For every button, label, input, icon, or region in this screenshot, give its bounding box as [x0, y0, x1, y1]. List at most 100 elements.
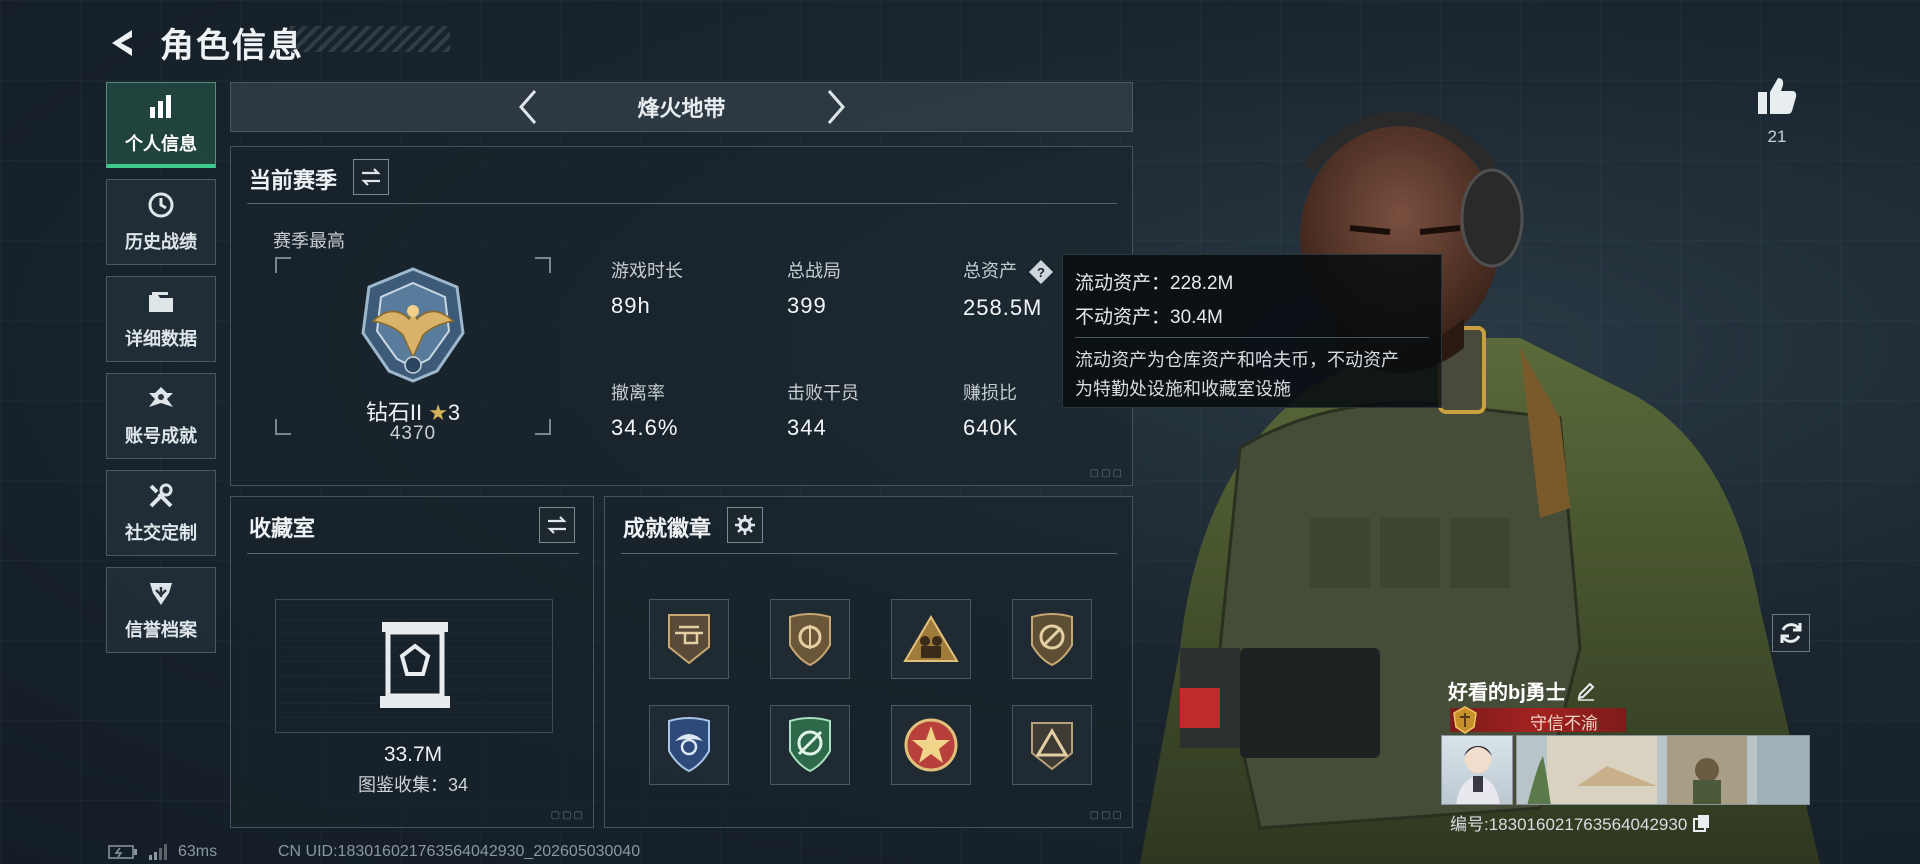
mountain-soldiers-badge[interactable]	[891, 599, 971, 679]
stat-operators-defeated: 击败干员 344	[787, 383, 859, 440]
player-avatar[interactable]	[1441, 735, 1513, 805]
help-icon[interactable]: ?	[1028, 259, 1054, 285]
rank-name: 钻石II	[365, 400, 423, 425]
history-clock-icon	[146, 190, 176, 220]
helicopter-badge[interactable]	[649, 599, 729, 679]
star-icon: ★	[428, 400, 448, 425]
player-name: 好看的bj勇士	[1448, 682, 1566, 704]
back-arrow-icon	[112, 29, 132, 56]
blue-wing-badge[interactable]	[649, 705, 729, 785]
rank-stars: 3	[447, 400, 461, 425]
nav-item-achievements[interactable]: 账号成就	[106, 373, 216, 459]
assets-tooltip: 流动资产：228.2M 不动资产：30.4M 流动资产为仓库资产和哈夫币，不动资…	[1062, 254, 1442, 408]
page-header: 角色信息	[106, 18, 304, 67]
nav-label: 个人信息	[125, 133, 197, 154]
banner-scene-image	[1517, 736, 1809, 804]
pencil-icon	[1577, 682, 1595, 701]
back-button[interactable]	[106, 23, 140, 63]
svg-text:?: ?	[1037, 265, 1045, 280]
season-title: 当前赛季	[249, 168, 338, 193]
collection-divider	[247, 553, 579, 554]
copy-icon	[1693, 814, 1710, 832]
chevron-left-icon	[518, 90, 536, 124]
nav-item-detailed-data[interactable]: 详细数据	[106, 276, 216, 362]
badges-settings-button[interactable]	[727, 507, 763, 543]
collection-display[interactable]	[275, 599, 553, 733]
season-switch-button[interactable]	[353, 159, 389, 195]
rotate-model-button[interactable]	[1772, 614, 1810, 652]
badges-divider	[621, 553, 1117, 554]
nav-item-history[interactable]: 历史战绩	[106, 179, 216, 265]
stat-profit-loss-ratio: 赚损比 640K	[963, 383, 1019, 440]
tooltip-fixed-assets: 不动资产：30.4M	[1075, 307, 1223, 328]
prev-mode-button[interactable]	[507, 87, 547, 127]
no-weapon-badge[interactable]	[1012, 599, 1092, 679]
stat-total-matches: 总战局 399	[787, 261, 841, 318]
nav-label: 社交定制	[125, 523, 197, 543]
player-id: 编号:183016021763564042930	[1450, 815, 1688, 834]
next-mode-button[interactable]	[817, 87, 857, 127]
mode-selector: 烽火地带	[230, 82, 1133, 132]
swap-arrows-icon	[361, 168, 381, 186]
page-title: 角色信息	[160, 27, 304, 65]
swap-arrows-icon	[547, 516, 567, 534]
shield-icon	[146, 578, 176, 608]
panel-corner-marks: ▢▢▢	[1089, 810, 1124, 821]
ping-value: 63ms	[178, 843, 218, 860]
tooltip-desc-line1: 流动资产为仓库资产和哈夫币，不动资产	[1075, 350, 1399, 370]
nav-item-credit[interactable]: 信誉档案	[106, 567, 216, 653]
player-id-row: 编号:183016021763564042930	[1450, 810, 1711, 835]
edit-name-button[interactable]	[1576, 681, 1596, 701]
nav-label: 历史战绩	[125, 232, 197, 252]
player-card-banner[interactable]	[1516, 735, 1810, 805]
display-case-icon	[380, 622, 450, 708]
tooltip-divider	[1075, 337, 1429, 338]
collection-value: 33.7M	[383, 743, 443, 766]
triangle-badge[interactable]	[1012, 705, 1092, 785]
copy-id-button[interactable]	[1693, 814, 1711, 832]
stat-play-time: 游戏时长 89h	[611, 261, 683, 318]
side-nav: 个人信息 历史战绩 详细数据 账号成就 社交定制 信誉档案	[106, 82, 216, 653]
diamond-rank-emblem-icon	[361, 267, 465, 383]
avatar-image	[1456, 746, 1500, 804]
thumbs-up-icon	[1758, 78, 1797, 114]
tools-icon	[146, 481, 176, 511]
season-divider	[247, 203, 1117, 204]
signal-icon	[149, 844, 167, 860]
stat-extraction-rate: 撤离率 34.6%	[611, 383, 679, 440]
collection-count: 图鉴收集：34	[357, 775, 469, 795]
season-best-label: 赛季最高	[273, 231, 345, 251]
gear-icon	[735, 515, 755, 535]
badges-title: 成就徽章	[623, 516, 712, 541]
nav-item-social-custom[interactable]: 社交定制	[106, 470, 216, 556]
title-emblem-icon	[1453, 706, 1477, 734]
battery-icon	[108, 845, 137, 859]
tooltip-liquid-assets: 流动资产：228.2M	[1075, 273, 1234, 294]
rank-box: 钻石II ★3 4370	[275, 257, 551, 444]
green-target-badge[interactable]	[770, 705, 850, 785]
nav-label: 详细数据	[125, 329, 197, 349]
rotate-icon	[1780, 623, 1802, 643]
like-button[interactable]: 21	[1756, 76, 1798, 147]
collection-panel: 收藏室 33.7M 图鉴收集：34 ▢▢▢	[230, 496, 594, 828]
uid-text: CN UID:183016021763564042930_20260503004…	[278, 843, 641, 860]
shield-target-badge[interactable]	[770, 599, 850, 679]
rank-score: 4370	[389, 423, 437, 444]
star-medal-badge[interactable]	[891, 705, 971, 785]
like-count: 21	[1767, 127, 1787, 146]
player-name-row: 好看的bj勇士	[1448, 676, 1596, 705]
nav-item-personal-info[interactable]: 个人信息	[106, 82, 216, 168]
panel-corner-marks: ▢▢▢	[1089, 468, 1124, 479]
player-title: 守信不渝	[1530, 714, 1598, 733]
stat-total-assets: 总资产 ? 258.5M	[963, 257, 1054, 321]
collection-switch-button[interactable]	[539, 507, 575, 543]
tooltip-desc-line2: 为特勤处设施和收藏室设施	[1075, 379, 1291, 399]
collection-title: 收藏室	[249, 516, 316, 541]
panel-corner-marks: ▢▢▢	[550, 810, 585, 821]
chevron-right-icon	[827, 90, 845, 124]
nav-label: 信誉档案	[125, 620, 197, 640]
status-bar: 63ms	[108, 843, 217, 861]
folder-icon	[146, 287, 176, 317]
title-decoration	[290, 26, 450, 52]
season-panel: 当前赛季 赛季最高 钻石II ★3 4370 游戏时长 89h 总战局 399 …	[230, 146, 1133, 486]
